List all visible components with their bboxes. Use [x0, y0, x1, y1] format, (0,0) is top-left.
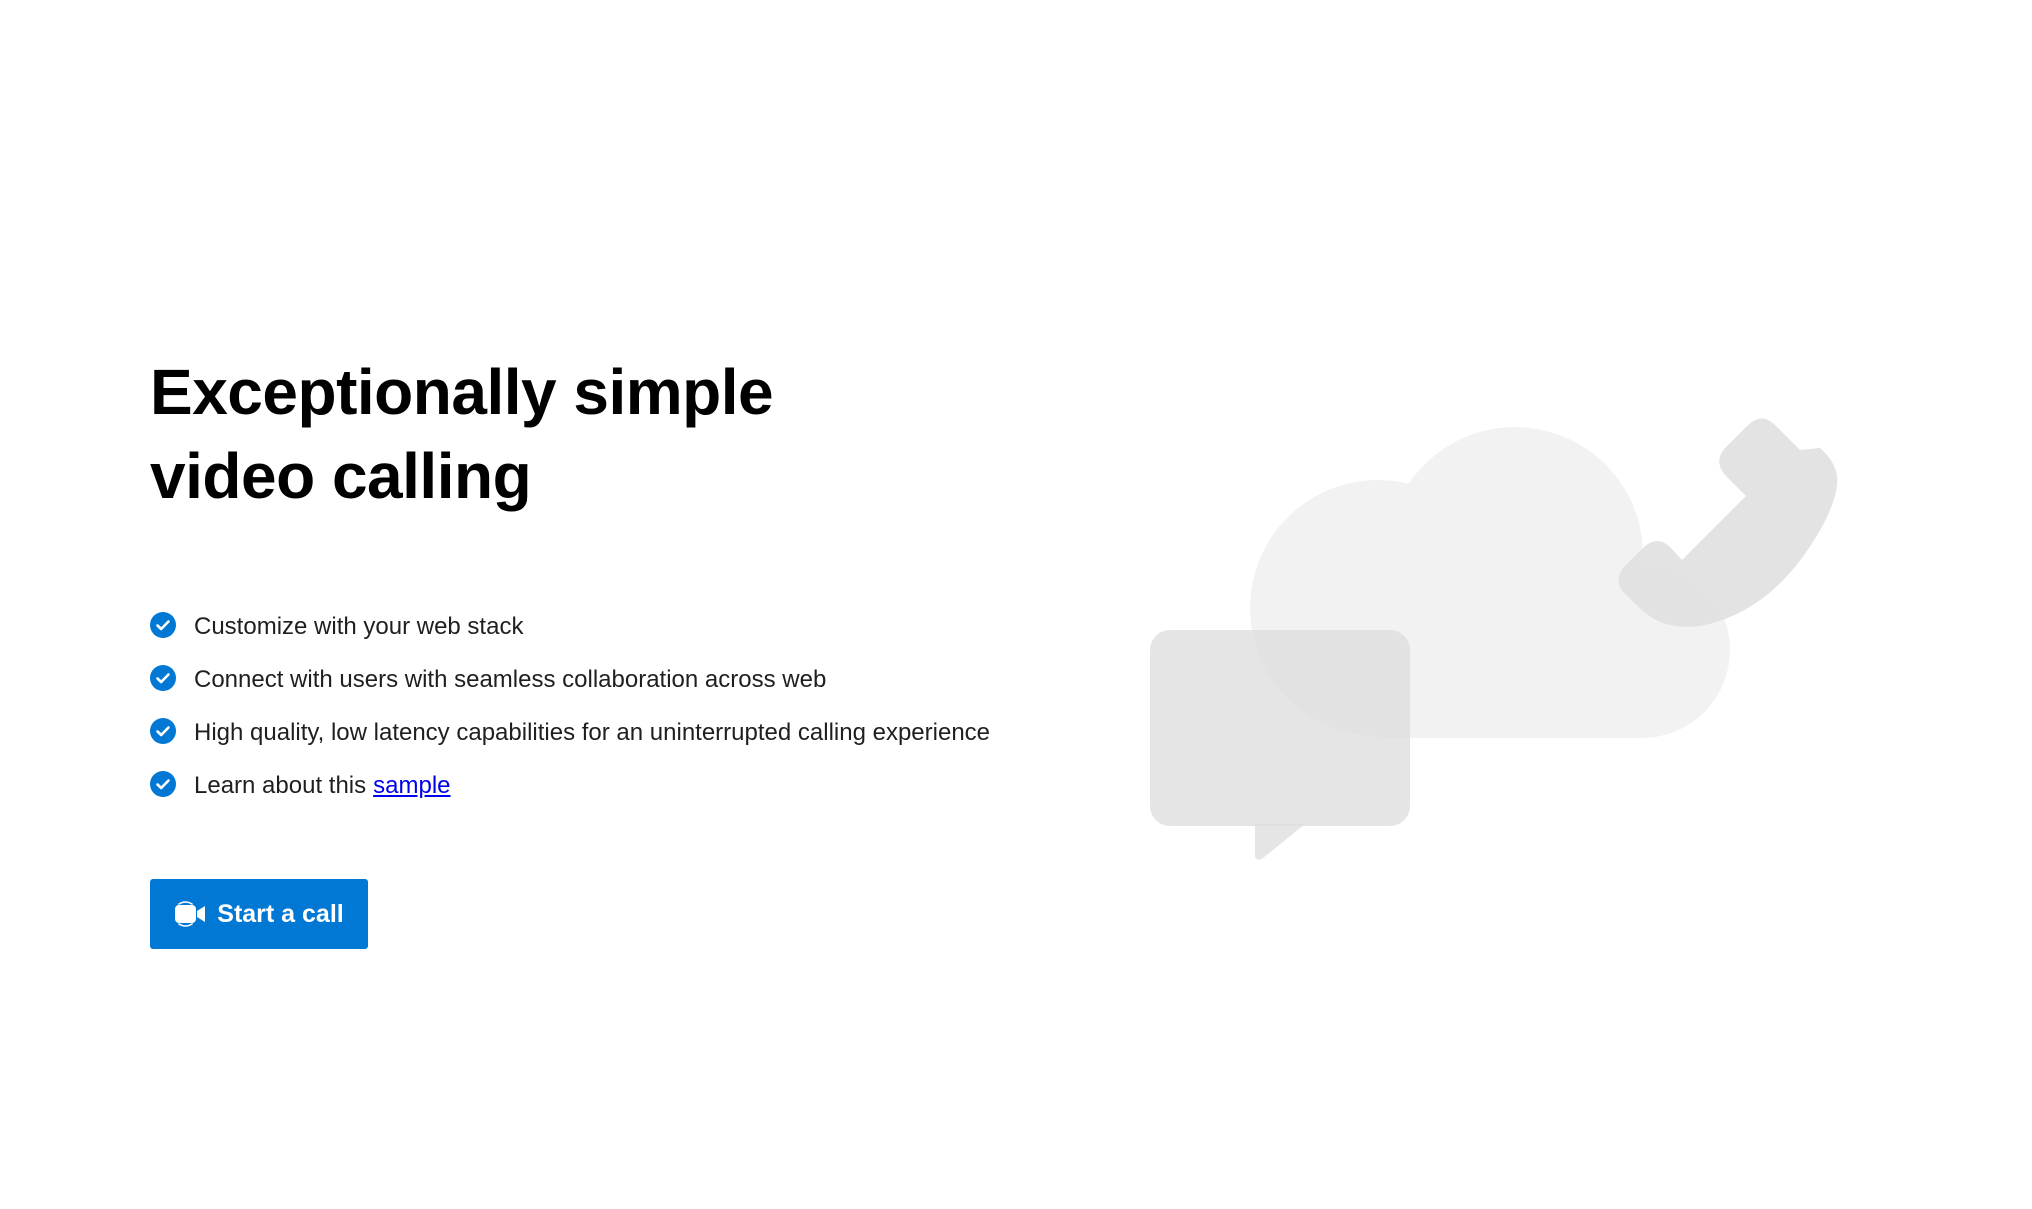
- feature-text: High quality, low latency capabilities f…: [194, 718, 991, 746]
- check-circle-icon: [150, 770, 176, 797]
- feature-item: Customize with your web stack: [150, 600, 1100, 653]
- calling-illustration: [1150, 418, 1838, 860]
- feature-text: Learn about this: [194, 771, 367, 799]
- check-circle-icon: [150, 717, 176, 744]
- start-call-button[interactable]: Start a call: [150, 879, 368, 949]
- start-call-label: Start a call: [217, 899, 344, 928]
- sample-link[interactable]: sample: [373, 772, 450, 800]
- video-camera-icon: [175, 901, 206, 927]
- page-title: Exceptionally simple video calling: [150, 356, 774, 512]
- hero-section: Exceptionally simple video calling Custo…: [150, 350, 1100, 949]
- check-circle-icon: [150, 611, 176, 638]
- phone-icon: [1618, 418, 1838, 627]
- feature-text: Customize with your web stack: [194, 612, 524, 640]
- feature-item: Learn about this sample: [150, 759, 1100, 812]
- feature-text: Connect with users with seamless collabo…: [194, 665, 827, 693]
- feature-item: Connect with users with seamless collabo…: [150, 653, 1100, 706]
- feature-item: High quality, low latency capabilities f…: [150, 706, 1100, 759]
- check-circle-icon: [150, 664, 176, 691]
- feature-list: Customize with your web stack Connect wi…: [150, 600, 1100, 812]
- page: Exceptionally simple video calling Custo…: [0, 0, 2032, 1209]
- chat-bubble-icon: [1150, 630, 1410, 860]
